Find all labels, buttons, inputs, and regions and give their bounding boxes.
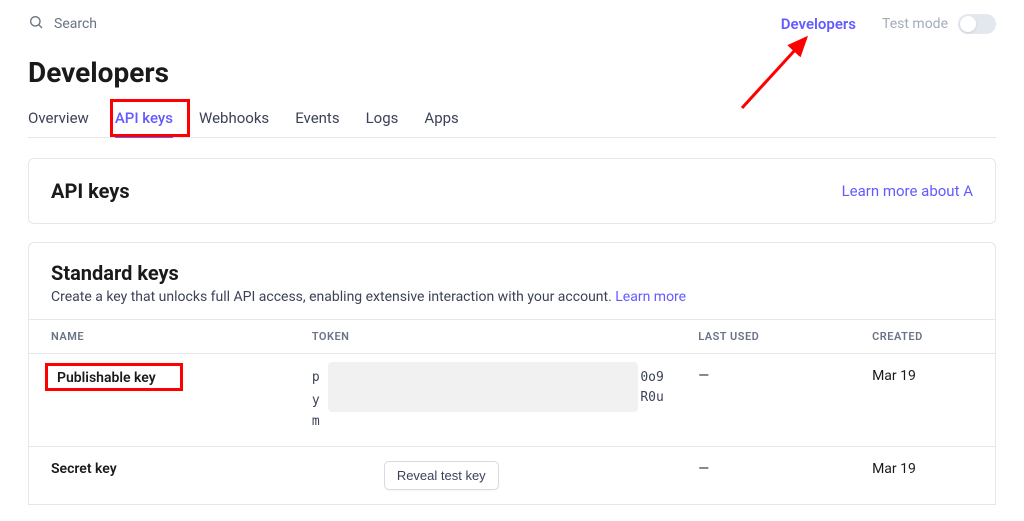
- test-mode-label: Test mode: [882, 16, 948, 32]
- tab-events[interactable]: Events: [295, 101, 339, 137]
- topbar: Search Developers Test mode: [0, 0, 1024, 48]
- created-secret: Mar 19: [850, 447, 995, 505]
- keys-table: NAME TOKEN LAST USED CREATED Publishable…: [29, 319, 995, 505]
- tabs: Overview API keys Webhooks Events Logs A…: [28, 101, 996, 138]
- test-mode-toggle[interactable]: [958, 14, 996, 34]
- token-line2-prefix: y: [312, 393, 320, 408]
- token-secret: Reveal test key: [312, 461, 654, 490]
- standard-keys-section: Standard keys Create a key that unlocks …: [28, 242, 996, 505]
- last-used-publishable: —: [676, 354, 850, 447]
- test-mode-toggle-area: Test mode: [882, 14, 996, 34]
- token-publishable[interactable]: p 0o9 y R0u m: [312, 368, 652, 432]
- col-header-created: CREATED: [850, 320, 995, 354]
- page-title: Developers: [28, 56, 996, 89]
- card-title: API keys: [51, 179, 130, 203]
- token-trail-1: 0o9: [640, 368, 663, 389]
- section-title: Standard keys: [51, 261, 973, 285]
- search-placeholder: Search: [54, 16, 97, 32]
- token-prefix: p: [312, 370, 320, 385]
- reveal-test-key-button[interactable]: Reveal test key: [384, 461, 499, 490]
- section-header: Standard keys Create a key that unlocks …: [29, 243, 995, 319]
- search-icon: [28, 14, 44, 34]
- tab-webhooks[interactable]: Webhooks: [199, 101, 269, 137]
- api-keys-card: API keys Learn more about A: [28, 158, 996, 224]
- col-header-last-used: LAST USED: [676, 320, 850, 354]
- section-learn-more-link[interactable]: Learn more: [615, 289, 686, 305]
- tab-apps[interactable]: Apps: [424, 101, 458, 137]
- tab-overview[interactable]: Overview: [28, 101, 89, 137]
- learn-more-link[interactable]: Learn more about A: [842, 182, 973, 200]
- search-input[interactable]: Search: [28, 14, 97, 34]
- created-publishable: Mar 19: [850, 354, 995, 447]
- tab-api-keys[interactable]: API keys: [115, 101, 173, 137]
- table-row: Publishable key p 0o9 y R0u m — Mar 19: [29, 354, 995, 447]
- section-description: Create a key that unlocks full API acces…: [51, 289, 973, 305]
- col-header-name: NAME: [29, 320, 290, 354]
- col-header-token: TOKEN: [290, 320, 676, 354]
- key-name-publishable: Publishable key: [51, 368, 162, 388]
- token-trail-2: R0u: [640, 388, 663, 409]
- tab-logs[interactable]: Logs: [366, 101, 399, 137]
- developers-link[interactable]: Developers: [781, 15, 856, 33]
- last-used-secret: —: [676, 447, 850, 505]
- page-header: Developers Overview API keys Webhooks Ev…: [0, 48, 1024, 138]
- table-row: Secret key Reveal test key — Mar 19: [29, 447, 995, 505]
- topbar-right: Developers Test mode: [781, 14, 996, 34]
- key-name-secret: Secret key: [51, 461, 117, 477]
- toggle-knob: [960, 16, 976, 32]
- token-redacted-block: [328, 362, 638, 412]
- section-desc-text: Create a key that unlocks full API acces…: [51, 289, 615, 305]
- token-line3-prefix: m: [312, 414, 320, 429]
